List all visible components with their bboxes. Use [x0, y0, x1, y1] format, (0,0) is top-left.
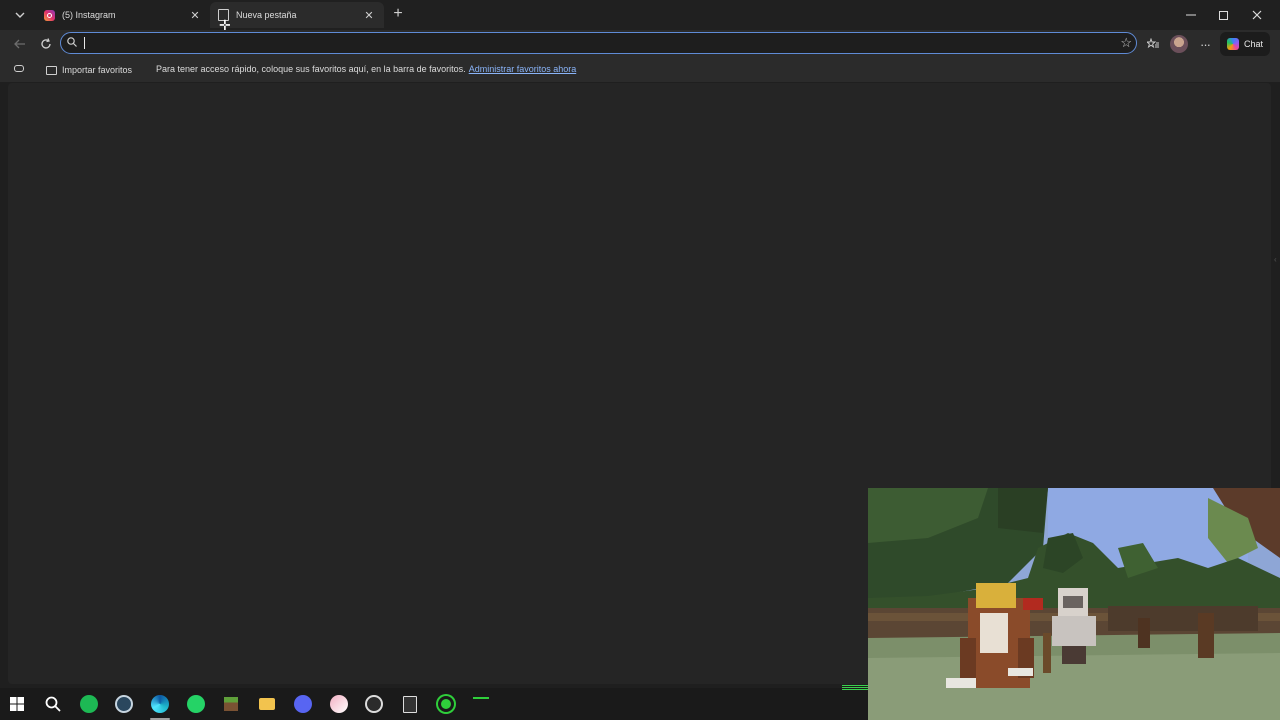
- maximize-button[interactable]: [1207, 0, 1240, 30]
- whatsapp-icon[interactable]: [184, 692, 208, 716]
- close-tab-icon[interactable]: ✕: [188, 9, 202, 22]
- favorite-star-icon[interactable]: ☆: [1120, 35, 1132, 51]
- minecraft-icon[interactable]: [219, 692, 243, 716]
- address-input[interactable]: [83, 35, 1103, 51]
- address-bar[interactable]: ☆: [60, 32, 1137, 54]
- import-favorites-button[interactable]: Importar favoritos: [46, 63, 132, 77]
- discord-icon[interactable]: [291, 692, 315, 716]
- back-button[interactable]: [10, 34, 30, 54]
- favorites-list-icon: [1146, 38, 1159, 49]
- favorites-hint-text: Para tener acceso rápido, coloque sus fa…: [156, 64, 466, 74]
- favorites-bar-message: Para tener acceso rápido, coloque sus fa…: [156, 64, 576, 74]
- new-tab-button[interactable]: +: [388, 4, 408, 24]
- minimize-button[interactable]: [1174, 0, 1207, 30]
- import-favorites-label: Importar favoritos: [62, 65, 133, 75]
- close-tab-icon[interactable]: ✕: [362, 9, 376, 22]
- epic-games-icon[interactable]: [398, 692, 422, 716]
- minecraft-scene-image: [868, 488, 1280, 720]
- tab-strip: (5) Instagram ✕ Nueva pestaña ✕ + ✛: [0, 0, 1280, 32]
- collapse-sidebar-icon[interactable]: [14, 65, 24, 72]
- import-icon: [46, 65, 57, 75]
- search-icon: [67, 37, 77, 47]
- close-icon: [1252, 10, 1261, 20]
- chevron-down-icon: [15, 12, 25, 18]
- copilot-icon: [1226, 38, 1239, 50]
- maximize-icon: [1219, 10, 1228, 20]
- tab-new-tab[interactable]: Nueva pestaña ✕: [210, 2, 384, 28]
- sidebar-expand-icon[interactable]: ‹: [1274, 255, 1277, 264]
- file-explorer-icon[interactable]: [255, 692, 279, 716]
- spotify-icon[interactable]: [77, 692, 101, 716]
- reload-icon: [41, 38, 51, 49]
- tab-instagram[interactable]: (5) Instagram ✕: [36, 2, 210, 28]
- tab-label: (5) Instagram: [62, 10, 116, 20]
- obs-icon[interactable]: [362, 692, 386, 716]
- green-app-icon[interactable]: [434, 692, 458, 716]
- tab-label: Nueva pestaña: [236, 10, 297, 20]
- navigation-toolbar: ☆ ··· Chat: [0, 30, 1280, 58]
- close-window-button[interactable]: [1240, 0, 1273, 30]
- search-icon[interactable]: [41, 692, 65, 716]
- settings-more-button[interactable]: ···: [1195, 34, 1215, 54]
- copilot-chat-button[interactable]: Chat: [1220, 32, 1270, 56]
- favorites-button[interactable]: [1143, 34, 1163, 54]
- manage-favorites-link[interactable]: Administrar favoritos ahora: [469, 64, 577, 74]
- more-dots-icon: ···: [1200, 36, 1211, 52]
- back-arrow-icon: [14, 39, 25, 49]
- tab-actions-menu-button[interactable]: [8, 4, 32, 26]
- edge-icon[interactable]: [148, 692, 172, 716]
- minimize-icon: [1185, 14, 1196, 16]
- game-capture-overlay: [868, 488, 1280, 720]
- app-icon[interactable]: [327, 692, 351, 716]
- reload-button[interactable]: [36, 34, 56, 54]
- chat-label: Chat: [1243, 39, 1263, 49]
- steam-icon[interactable]: [112, 692, 136, 716]
- profile-avatar[interactable]: [1170, 35, 1188, 53]
- text-caret: [84, 37, 85, 49]
- windows-start-icon[interactable]: [5, 692, 29, 716]
- terminal-icon[interactable]: [469, 692, 493, 716]
- favorites-bar: Importar favoritos Para tener acceso ráp…: [0, 58, 1280, 82]
- instagram-icon: [44, 9, 55, 21]
- activity-bar: [842, 685, 868, 690]
